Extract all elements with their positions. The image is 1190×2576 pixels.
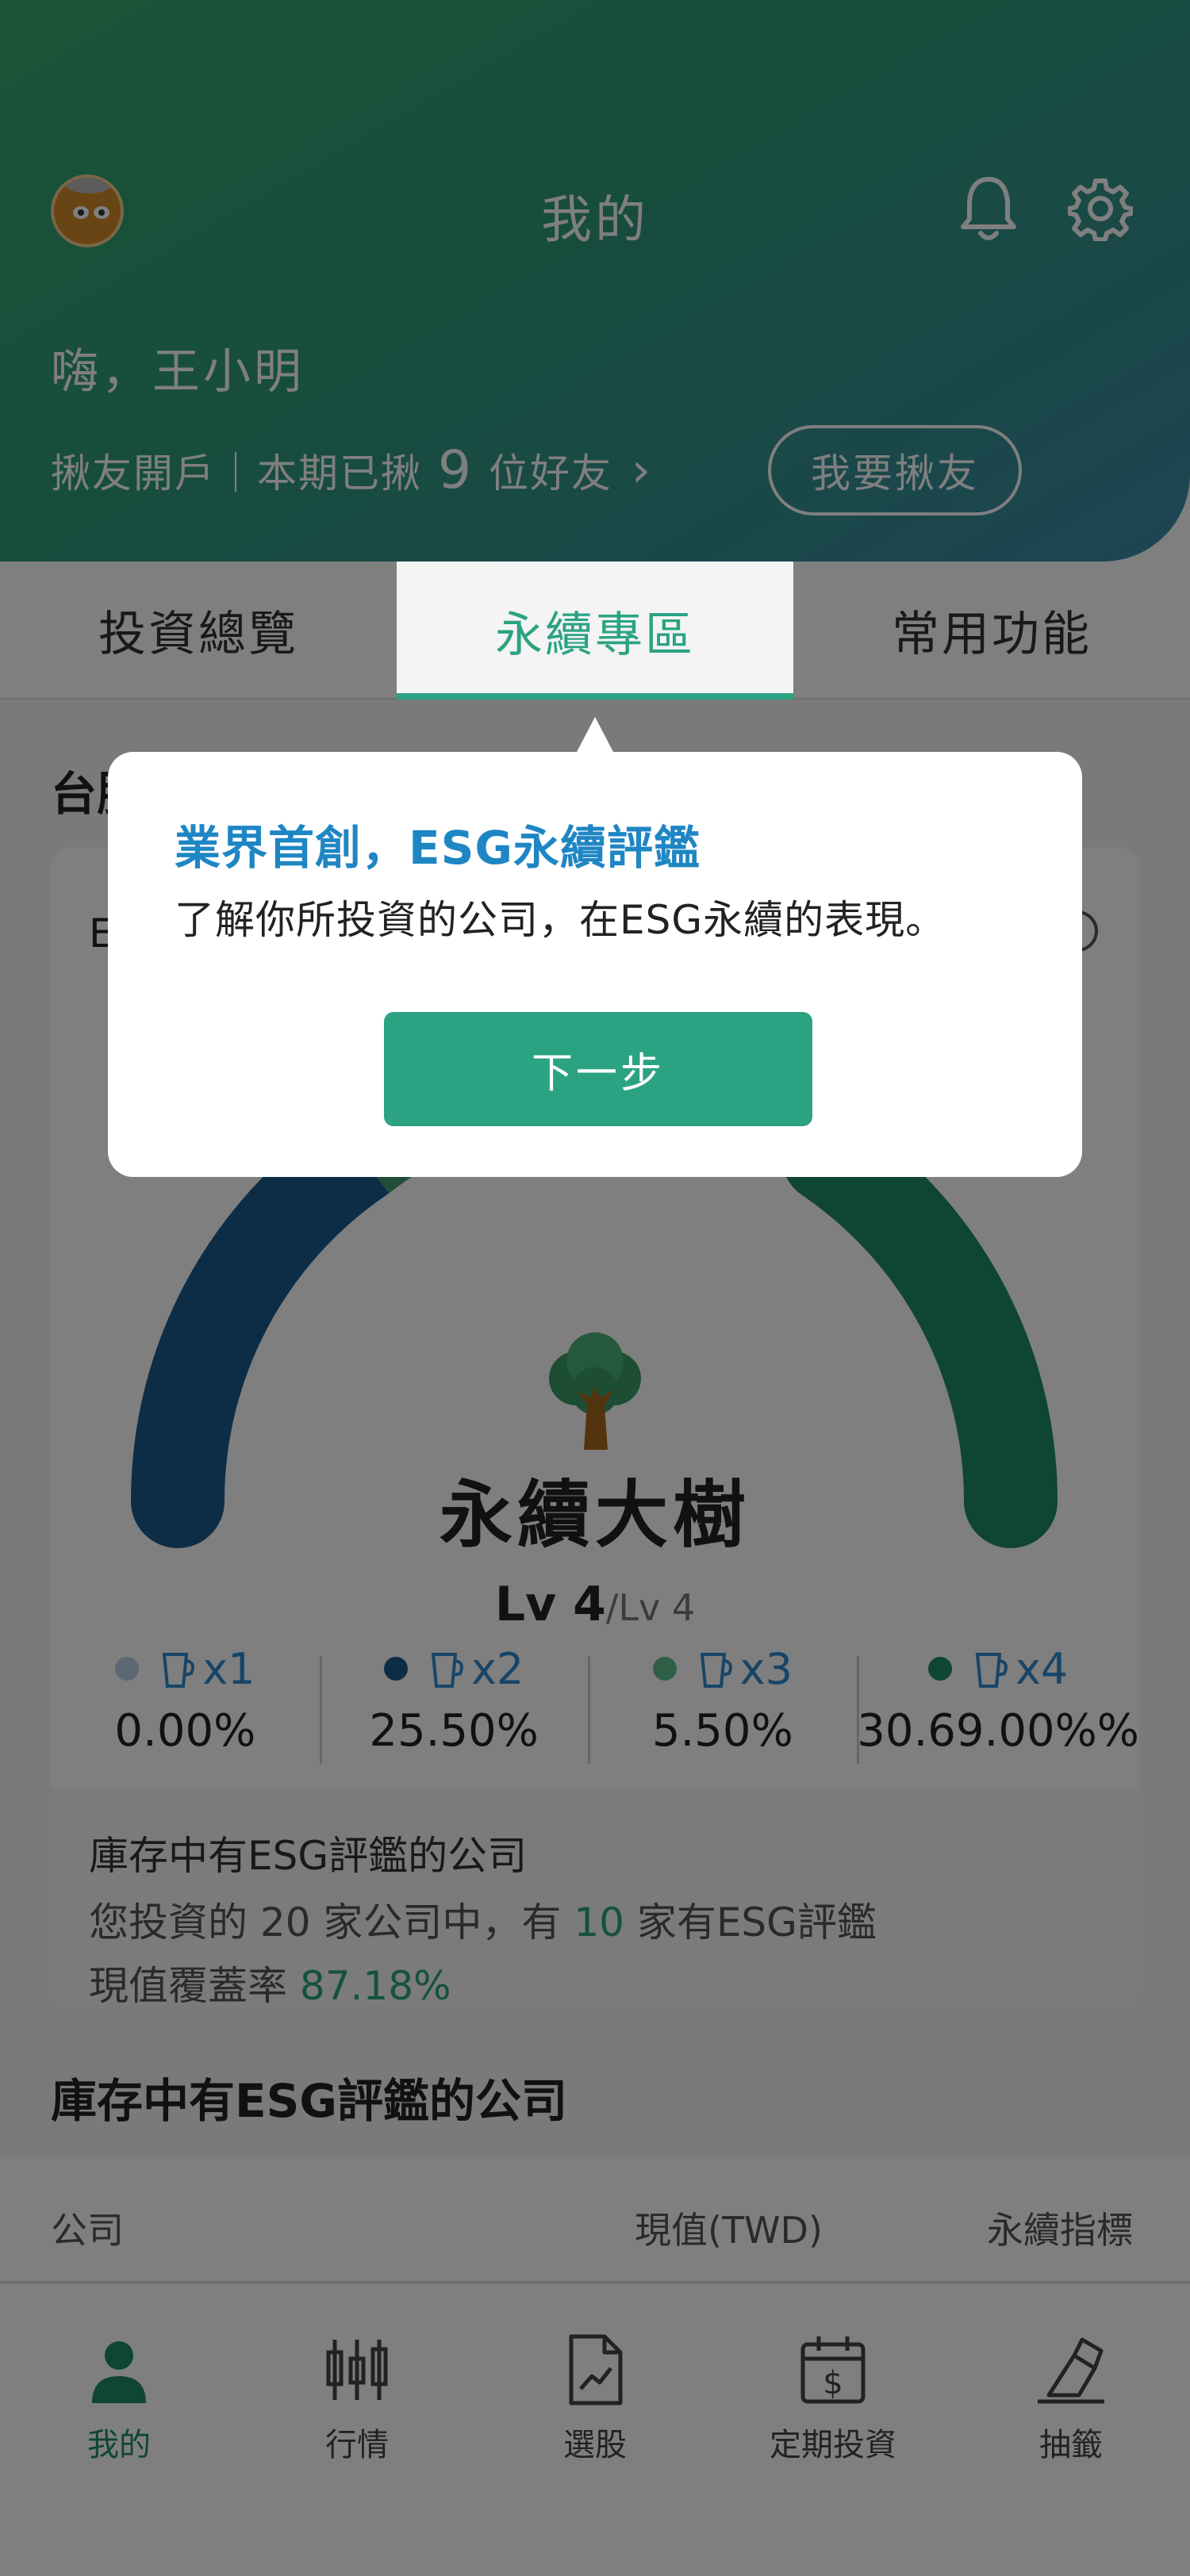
onboarding-popup: 業界首創，ESG永續評鑑 了解你所投資的公司，在ESG永續的表現。 下一步 <box>108 752 1082 1177</box>
next-button[interactable]: 下一步 <box>384 1012 812 1126</box>
dim-overlay[interactable] <box>0 0 1190 2576</box>
popup-title: 業界首創，ESG永續評鑑 <box>175 821 701 875</box>
popup-description: 了解你所投資的公司，在ESG永續的表現。 <box>175 897 946 943</box>
popup-pointer <box>576 717 614 753</box>
highlighted-tab-sustainability[interactable]: 永續專區 <box>397 562 793 700</box>
